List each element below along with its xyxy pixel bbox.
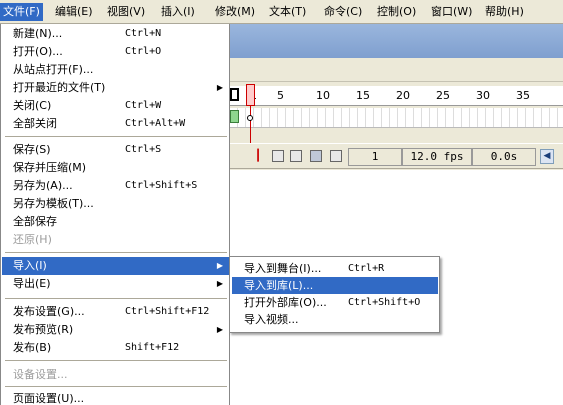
menu-item-revert: 还原(H) [13, 233, 52, 246]
menu-item-open[interactable]: 打开(O)... Ctrl+O [2, 43, 229, 61]
menu-edit[interactable]: 编辑(E) [52, 3, 96, 21]
keyframe-icon[interactable] [247, 115, 253, 121]
submenu-arrow-icon: ▶ [216, 279, 223, 288]
scroll-left-icon[interactable]: ◀ [540, 149, 554, 164]
menu-item-open-from-site[interactable]: 从站点打开(F)... [2, 61, 229, 79]
timeline-ruler[interactable]: 1 5 10 15 20 25 30 35 [230, 86, 563, 106]
modify-onion-markers-icon[interactable] [330, 150, 342, 162]
menu-item-open-recent[interactable]: 打开最近的文件(T) ▶ [2, 79, 229, 97]
ruler-label: 35 [516, 89, 530, 102]
menu-text[interactable]: 文本(T) [266, 3, 309, 21]
menu-control[interactable]: 控制(O) [374, 3, 419, 21]
menu-insert[interactable]: 插入(I) [158, 3, 198, 21]
onion-skin-icon[interactable] [272, 150, 284, 162]
menu-item-save-and-compact[interactable]: 保存并压缩(M) [2, 159, 229, 177]
menu-item-close-all[interactable]: 全部关闭 Ctrl+Alt+W [2, 115, 229, 133]
menu-view[interactable]: 视图(V) [104, 3, 148, 21]
ruler-label: 25 [436, 89, 450, 102]
frame-rate-field[interactable]: 12.0 fps [402, 148, 472, 166]
menu-item-save-all[interactable]: 全部保存 [2, 213, 229, 231]
menu-item-open-external-library[interactable]: 打开外部库(O)... Ctrl+Shift+O [232, 294, 438, 311]
import-submenu: 导入到舞台(I)... Ctrl+R 导入到库(L)... 打开外部库(O)..… [229, 256, 440, 333]
timeline-empty-row [230, 128, 563, 142]
menu-separator [5, 298, 227, 299]
edit-bar [230, 58, 563, 82]
ruler-label: 30 [476, 89, 490, 102]
menu-bar: 文件(F) 编辑(E) 视图(V) 插入(I) 修改(M) 文本(T) 命令(C… [0, 0, 563, 24]
submenu-arrow-icon: ▶ [216, 83, 223, 92]
center-frame-icon[interactable]: ┃ [252, 150, 264, 162]
menu-item-import-to-stage[interactable]: 导入到舞台(I)... Ctrl+R [232, 260, 438, 277]
layer-outline-toggle[interactable] [230, 88, 239, 101]
layer-color-swatch[interactable] [230, 110, 239, 123]
menu-separator [5, 360, 227, 361]
menu-separator [5, 386, 227, 387]
onion-skin-outlines-icon[interactable] [290, 150, 302, 162]
ruler-label: 15 [356, 89, 370, 102]
menu-item-save-as-template[interactable]: 另存为模板(T)... [2, 195, 229, 213]
menu-separator [5, 136, 227, 137]
current-frame-field: 1 [348, 148, 402, 166]
menu-item-import-to-library[interactable]: 导入到库(L)... [232, 277, 438, 294]
menu-item-publish-preview[interactable]: 发布预览(R) ▶ [2, 321, 229, 339]
submenu-arrow-icon: ▶ [216, 325, 223, 334]
file-menu-dropdown: 新建(N)... Ctrl+N 打开(O)... Ctrl+O 从站点打开(F)… [0, 24, 230, 405]
menu-window[interactable]: 窗口(W) [428, 3, 475, 21]
menu-help[interactable]: 帮助(H) [482, 3, 527, 21]
menu-item-publish[interactable]: 发布(B) Shift+F12 [2, 339, 229, 357]
menu-item-import-video[interactable]: 导入视频... [232, 311, 438, 328]
menu-item-close[interactable]: 关闭(C) Ctrl+W [2, 97, 229, 115]
menu-separator [5, 252, 227, 253]
submenu-arrow-icon: ▶ [216, 261, 223, 270]
playhead-line [250, 106, 251, 144]
document-tab-bar [230, 24, 563, 58]
menu-item-page-setup[interactable]: 页面设置(U)... [2, 390, 229, 405]
elapsed-time-field: 0.0s [472, 148, 536, 166]
menu-command[interactable]: 命令(C) [321, 3, 365, 21]
menu-item-device-settings: 设备设置... [13, 368, 68, 381]
menu-item-save-as[interactable]: 另存为(A)... Ctrl+Shift+S [2, 177, 229, 195]
timeline-status-bar: ┃ 1 12.0 fps 0.0s ◀ [230, 143, 563, 169]
ruler-label: 20 [396, 89, 410, 102]
timeline-frame-row[interactable] [230, 108, 563, 128]
menu-modify[interactable]: 修改(M) [212, 3, 258, 21]
menu-item-save[interactable]: 保存(S) Ctrl+S [2, 141, 229, 159]
menu-item-new[interactable]: 新建(N)... Ctrl+N [2, 25, 229, 43]
menu-item-publish-settings[interactable]: 发布设置(G)... Ctrl+Shift+F12 [2, 303, 229, 321]
ruler-label: 5 [277, 89, 284, 102]
playhead[interactable] [246, 84, 255, 106]
edit-multiple-frames-icon[interactable] [310, 150, 322, 162]
ruler-label: 10 [316, 89, 330, 102]
menu-item-import[interactable]: 导入(I) ▶ [2, 257, 229, 275]
menu-file[interactable]: 文件(F) [0, 3, 43, 21]
menu-item-export[interactable]: 导出(E) ▶ [2, 275, 229, 293]
